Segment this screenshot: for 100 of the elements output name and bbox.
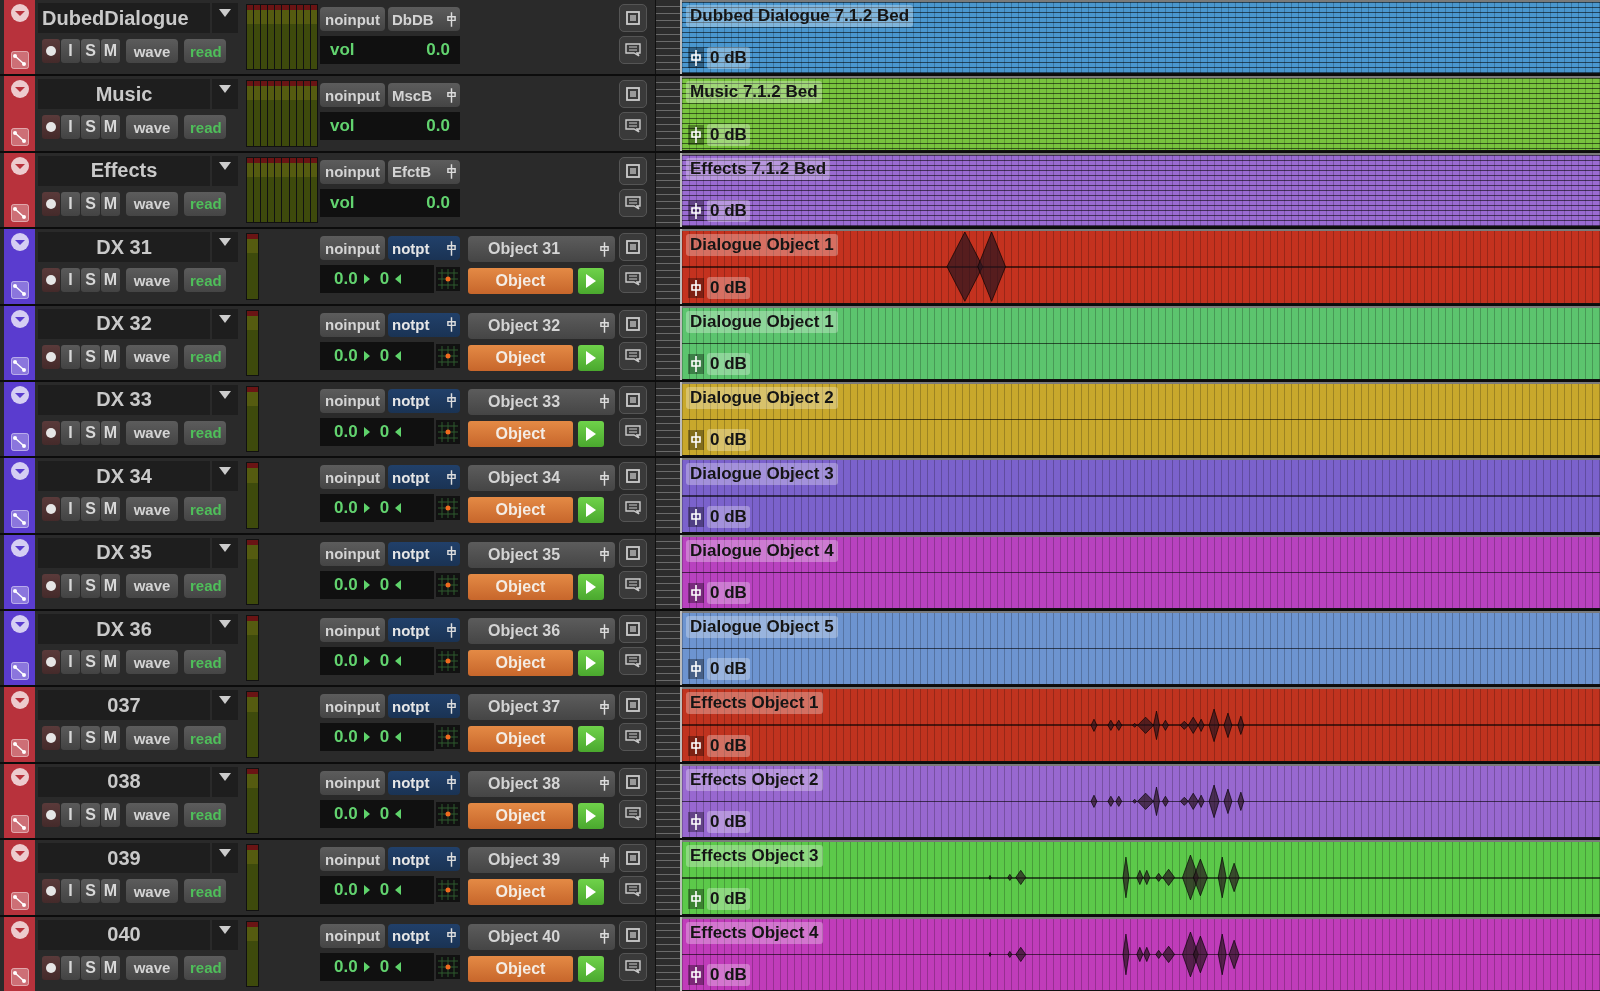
output-button[interactable]: notpt <box>388 236 460 261</box>
square-button[interactable] <box>619 80 647 109</box>
volume-field[interactable]: vol 0.0 <box>320 188 460 217</box>
automation-icon[interactable] <box>10 968 29 986</box>
panner-grid-icon[interactable] <box>436 649 460 674</box>
track-name[interactable]: DX 33 <box>38 384 210 415</box>
input-monitor-button[interactable]: I <box>61 802 80 827</box>
object-bus-selector[interactable]: Object 35 <box>468 541 615 568</box>
volume-value[interactable]: 0.0 <box>334 574 358 595</box>
output-button[interactable]: notpt <box>388 541 460 566</box>
record-button[interactable] <box>42 955 60 980</box>
automation-icon[interactable] <box>10 509 29 528</box>
play-button[interactable] <box>578 879 604 906</box>
automation-icon[interactable] <box>10 51 29 70</box>
mute-button[interactable]: M <box>101 344 120 369</box>
mute-button[interactable]: M <box>101 955 120 980</box>
output-button[interactable]: DbDB <box>388 7 460 31</box>
input-button[interactable]: noinput <box>320 770 385 795</box>
input-monitor-button[interactable]: I <box>61 191 80 216</box>
pan-value[interactable]: 0 <box>379 880 390 901</box>
track-menu-button[interactable] <box>212 3 238 33</box>
solo-button[interactable]: S <box>81 955 100 980</box>
input-monitor-button[interactable]: I <box>61 344 80 369</box>
square-button[interactable] <box>619 4 647 32</box>
automation-icon[interactable] <box>10 127 29 146</box>
output-button[interactable]: notpt <box>388 388 460 413</box>
input-button[interactable]: noinput <box>320 618 385 643</box>
solo-button[interactable]: S <box>81 726 100 751</box>
square-button[interactable] <box>619 538 647 567</box>
object-bus-selector[interactable]: Object 33 <box>468 388 615 415</box>
panner-grid-icon[interactable] <box>436 801 460 826</box>
track-name[interactable]: DubedDialogue <box>38 3 210 33</box>
play-button[interactable] <box>578 268 604 295</box>
dropdown-circle-icon[interactable] <box>9 766 30 787</box>
solo-button[interactable]: S <box>81 879 100 904</box>
output-button[interactable]: notpt <box>388 694 460 719</box>
comments-button[interactable] <box>619 570 647 599</box>
record-button[interactable] <box>42 268 60 293</box>
track-name[interactable]: DX 36 <box>38 614 210 645</box>
track-menu-button[interactable] <box>212 919 238 950</box>
comments-button[interactable] <box>619 723 647 752</box>
object-bus-selector[interactable]: Object 34 <box>468 465 615 492</box>
volume-field[interactable]: vol 0.0 <box>320 36 460 64</box>
clip-gain-icon[interactable] <box>688 48 704 69</box>
panner-grid-icon[interactable] <box>436 725 460 750</box>
dropdown-circle-icon[interactable] <box>9 919 30 940</box>
output-button[interactable]: notpt <box>388 847 460 872</box>
object-bus-selector[interactable]: Object 40 <box>468 923 615 950</box>
mute-button[interactable]: M <box>101 39 120 63</box>
dropdown-circle-icon[interactable] <box>9 690 30 711</box>
track-menu-button[interactable] <box>212 155 238 186</box>
panner-grid-icon[interactable] <box>436 267 460 292</box>
dropdown-circle-icon[interactable] <box>9 461 30 482</box>
comments-button[interactable] <box>619 494 647 523</box>
view-button[interactable]: wave <box>126 268 178 293</box>
track-menu-button[interactable] <box>212 232 238 263</box>
mute-button[interactable]: M <box>101 191 120 216</box>
comments-button[interactable] <box>619 341 647 370</box>
panner-grid-icon[interactable] <box>436 878 460 903</box>
play-button[interactable] <box>578 497 604 524</box>
audio-clip[interactable]: Effects Object 1 0 dB <box>682 687 1600 762</box>
input-button[interactable]: noinput <box>320 83 385 108</box>
comments-button[interactable] <box>619 799 647 828</box>
input-button[interactable]: noinput <box>320 312 385 337</box>
mute-button[interactable]: M <box>101 802 120 827</box>
track-menu-button[interactable] <box>212 766 238 797</box>
square-button[interactable] <box>619 615 647 644</box>
track-name[interactable]: DX 32 <box>38 308 210 339</box>
pan-value[interactable]: 0 <box>379 269 390 290</box>
square-button[interactable] <box>619 385 647 414</box>
clip-gain-icon[interactable] <box>688 201 704 222</box>
record-button[interactable] <box>42 802 60 827</box>
track-menu-button[interactable] <box>212 308 238 339</box>
automation-mode-button[interactable]: read <box>184 802 226 827</box>
square-button[interactable] <box>619 462 647 491</box>
dropdown-circle-icon[interactable] <box>9 308 30 329</box>
dropdown-circle-icon[interactable] <box>9 537 30 558</box>
audio-clip[interactable]: Dialogue Object 5 0 dB <box>682 611 1600 686</box>
track-name[interactable]: DX 35 <box>38 537 210 568</box>
record-button[interactable] <box>42 879 60 904</box>
mute-button[interactable]: M <box>101 497 120 522</box>
track-name[interactable]: DX 34 <box>38 461 210 492</box>
dropdown-circle-icon[interactable] <box>9 614 30 635</box>
track-menu-button[interactable] <box>212 614 238 645</box>
solo-button[interactable]: S <box>81 650 100 675</box>
input-monitor-button[interactable]: I <box>61 650 80 675</box>
input-button[interactable]: noinput <box>320 388 385 413</box>
automation-icon[interactable] <box>10 204 29 223</box>
input-button[interactable]: noinput <box>320 159 385 184</box>
automation-mode-button[interactable]: read <box>184 420 226 445</box>
dropdown-circle-icon[interactable] <box>9 384 30 405</box>
pan-value[interactable]: 0 <box>379 651 390 672</box>
automation-mode-button[interactable]: read <box>184 497 226 522</box>
dropdown-circle-icon[interactable] <box>9 155 30 176</box>
output-button[interactable]: MscB <box>388 83 460 108</box>
view-button[interactable]: wave <box>126 115 178 140</box>
clip-gain-icon[interactable] <box>688 888 704 909</box>
track-menu-button[interactable] <box>212 384 238 415</box>
square-button[interactable] <box>619 309 647 338</box>
automation-icon[interactable] <box>10 738 29 757</box>
